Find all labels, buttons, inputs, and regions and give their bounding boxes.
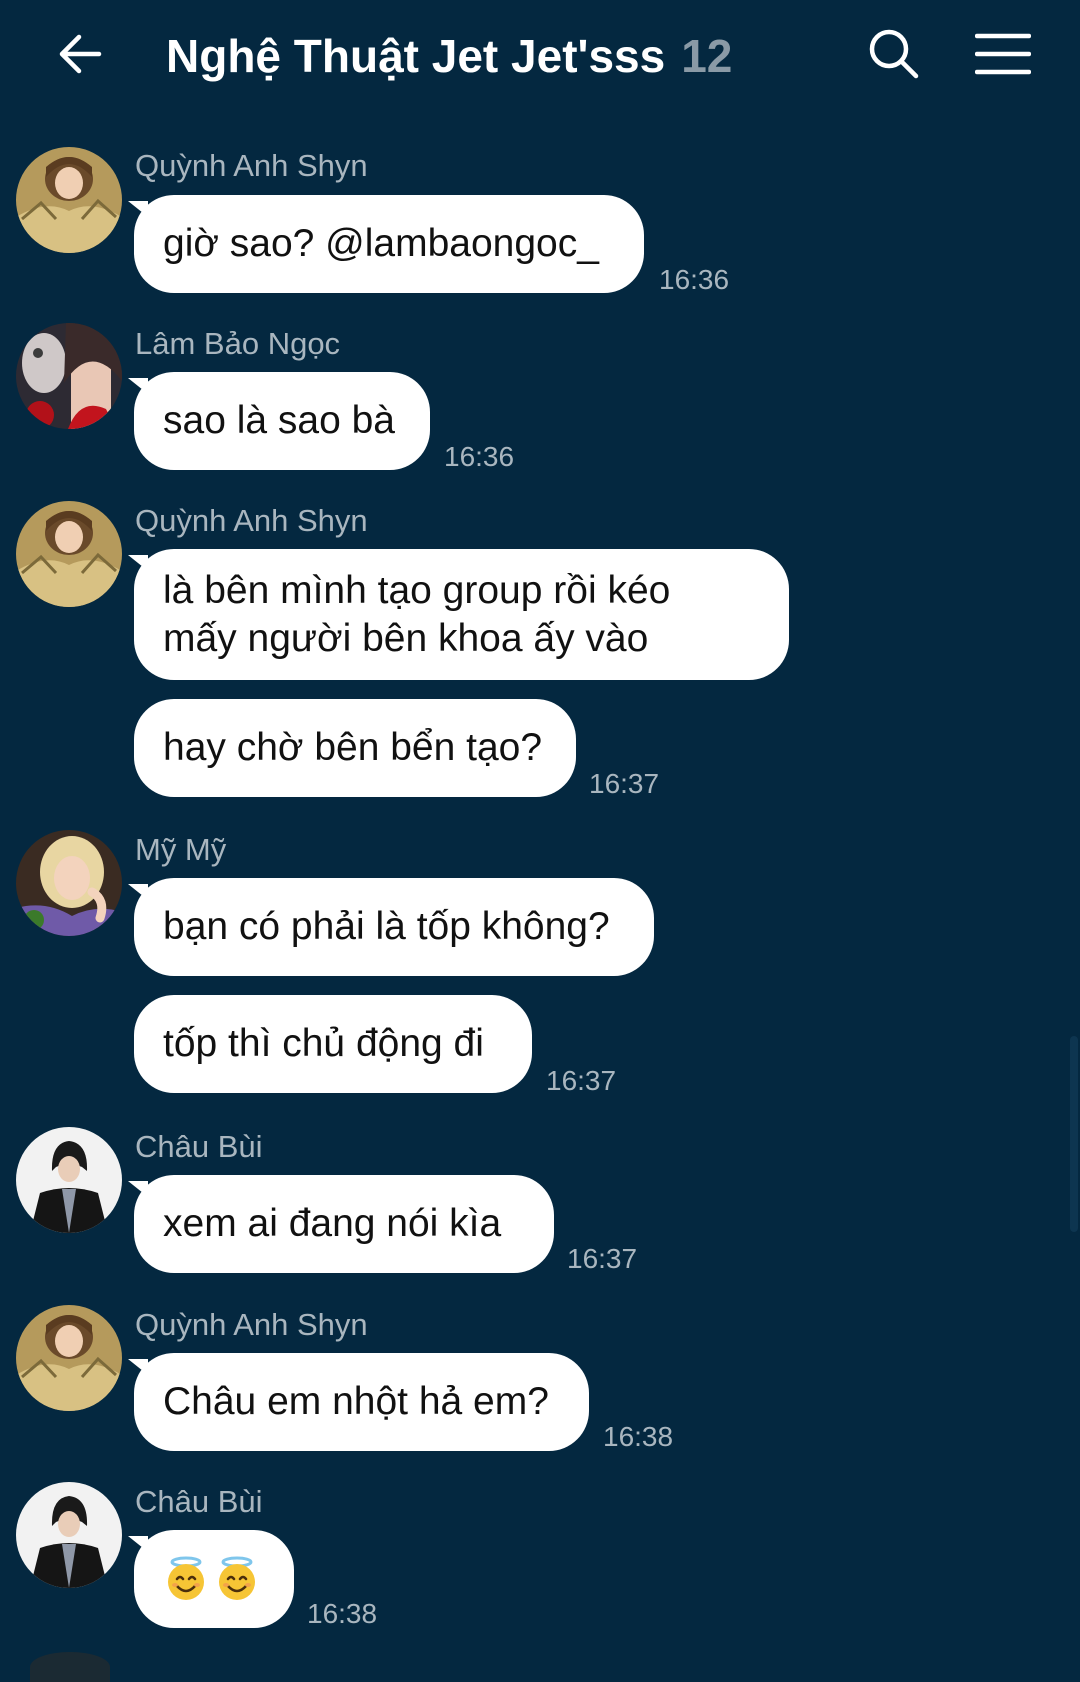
message-text: giờ sao? @lambaongoc_ <box>163 222 599 265</box>
message-time: 16:37 <box>589 768 660 799</box>
avatar-quynh-anh-shyn[interactable] <box>16 147 122 253</box>
message-text: tốp thì chủ động đi <box>163 1022 484 1065</box>
group-title-area[interactable]: Nghệ Thuật Jet Jet'sss 12 <box>166 26 732 86</box>
message-time: 16:38 <box>603 1421 674 1452</box>
message-time: 16:37 <box>546 1065 617 1096</box>
avatar-my-my[interactable] <box>16 830 122 936</box>
avatar-quynh-anh-shyn[interactable] <box>16 501 122 607</box>
smiling-face-with-halo-icon <box>214 1556 260 1602</box>
message-text-line: là bên mình tạo group rồi kéo <box>163 568 671 612</box>
chat-header: Nghệ Thuật Jet Jet'sss 12 <box>0 0 1080 110</box>
message-time: 16:36 <box>444 441 515 472</box>
search-icon <box>869 29 919 79</box>
member-count: 12 <box>681 30 733 82</box>
message-bubble[interactable]: hay chờ bên bển tạo? <box>134 699 576 797</box>
avatar-quynh-anh-shyn[interactable] <box>16 1305 122 1411</box>
sender-name: Quỳnh Anh Shyn <box>135 1307 368 1342</box>
sender-name: Lâm Bảo Ngọc <box>135 326 341 361</box>
message-bubble[interactable]: sao là sao bà <box>128 372 430 470</box>
sender-name: Mỹ Mỹ <box>135 832 227 867</box>
menu-button[interactable] <box>970 22 1036 86</box>
avatar-chau-bui[interactable] <box>16 1127 122 1233</box>
sender-name: Quỳnh Anh Shyn <box>135 148 368 183</box>
search-button[interactable] <box>862 22 926 86</box>
avatar-partial[interactable] <box>30 1652 110 1682</box>
message-text: xem ai đang nói kìa <box>163 1202 502 1245</box>
sender-name: Châu Bùi <box>135 1129 263 1164</box>
message-bubble[interactable] <box>128 1530 294 1628</box>
message-text: bạn có phải là tốp không? <box>163 905 610 948</box>
message-bubble[interactable]: xem ai đang nói kìa <box>128 1175 554 1273</box>
avatar-lam-bao-ngoc[interactable] <box>16 323 122 429</box>
sender-name: Châu Bùi <box>135 1484 263 1519</box>
message-text: sao là sao bà <box>163 399 396 442</box>
group-title: Nghệ Thuật Jet Jet'sss <box>166 30 666 82</box>
message-bubble[interactable]: tốp thì chủ động đi <box>134 995 532 1093</box>
message-bubble[interactable]: bạn có phải là tốp không? <box>128 878 654 976</box>
arrow-left-icon <box>59 34 102 74</box>
message-bubble[interactable]: giờ sao? @lambaongoc_ <box>128 195 644 293</box>
message-bubble[interactable]: là bên mình tạo group rồi kéo mấy người … <box>128 549 789 680</box>
message-bubble[interactable]: Châu em nhột hả em? <box>128 1353 589 1451</box>
smiling-face-with-halo-icon <box>163 1556 209 1602</box>
scrollbar[interactable] <box>1070 1036 1078 1232</box>
message-time: 16:36 <box>659 264 730 295</box>
message-text-line: mấy người bên khoa ấy vào <box>163 616 649 660</box>
message-text: hay chờ bên bển tạo? <box>163 726 543 769</box>
hamburger-menu-icon <box>975 33 1031 75</box>
message-time: 16:38 <box>307 1598 378 1629</box>
back-button[interactable] <box>48 22 112 86</box>
sender-name: Quỳnh Anh Shyn <box>135 503 368 538</box>
message-text: Châu em nhột hả em? <box>163 1380 549 1423</box>
avatar-chau-bui[interactable] <box>16 1482 122 1588</box>
message-time: 16:37 <box>567 1243 638 1274</box>
